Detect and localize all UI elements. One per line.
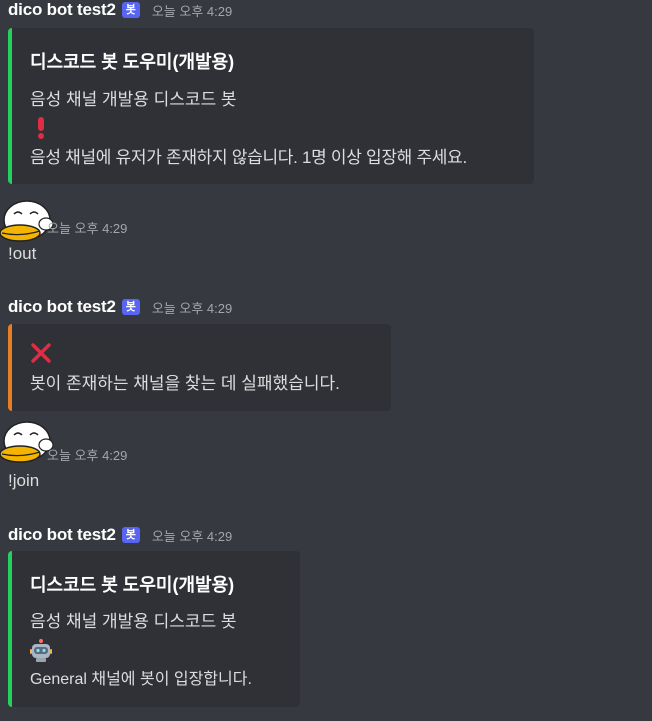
embed-description: 음성 채널 개발용 디스코드 봇 [30,612,237,631]
cross-mark-icon [31,343,51,363]
bot-tag: 봇 [121,527,140,543]
timestamp[interactable]: 오늘 오후 4:29 [47,218,127,237]
embed-title: 디스코드 봇 도우미(개발용) [30,52,235,72]
embed: 봇이 존재하는 채널을 찾는 데 실패했습니다. [8,324,391,411]
embed-text: General 채널에 봇이 입장합니다. [30,671,252,688]
bot-message-2: dico bot test2 봇 오늘 오후 4:29 [8,297,652,317]
exclamation-icon [38,117,44,139]
bot-tag: 봇 [121,299,140,315]
embed: 디스코드 봇 도우미(개발용) 음성 채널 개발용 디스코드 봇 General… [8,551,300,707]
embed-title: 디스코드 봇 도우미(개발용) [30,575,235,595]
bot-message-3: dico bot test2 봇 오늘 오후 4:29 [8,525,652,545]
embed: 디스코드 봇 도우미(개발용) 음성 채널 개발용 디스코드 봇 음성 채널에 … [8,28,534,184]
timestamp[interactable]: 오늘 오후 4:29 [152,298,232,317]
embed-text: 봇이 존재하는 채널을 찾는 데 실패했습니다. [30,374,340,393]
timestamp[interactable]: 오늘 오후 4:29 [152,1,232,20]
author-name[interactable]: dico bot test2 [8,525,116,545]
author-name[interactable]: dico bot test2 [8,0,116,20]
message-content: !join [8,471,40,490]
author-name[interactable]: dico bot test2 [8,297,116,317]
bot-message-1: dico bot test2 봇 오늘 오후 4:29 [8,0,652,20]
timestamp[interactable]: 오늘 오후 4:29 [47,445,127,464]
bot-tag: 봇 [121,2,140,18]
robot-icon [30,639,52,662]
embed-description: 음성 채널 개발용 디스코드 봇 [30,90,237,109]
timestamp[interactable]: 오늘 오후 4:29 [152,526,232,545]
embed-text: 음성 채널에 유저가 존재하지 않습니다. 1명 이상 입장해 주세요. [30,148,467,167]
message-content: !out [8,244,37,263]
